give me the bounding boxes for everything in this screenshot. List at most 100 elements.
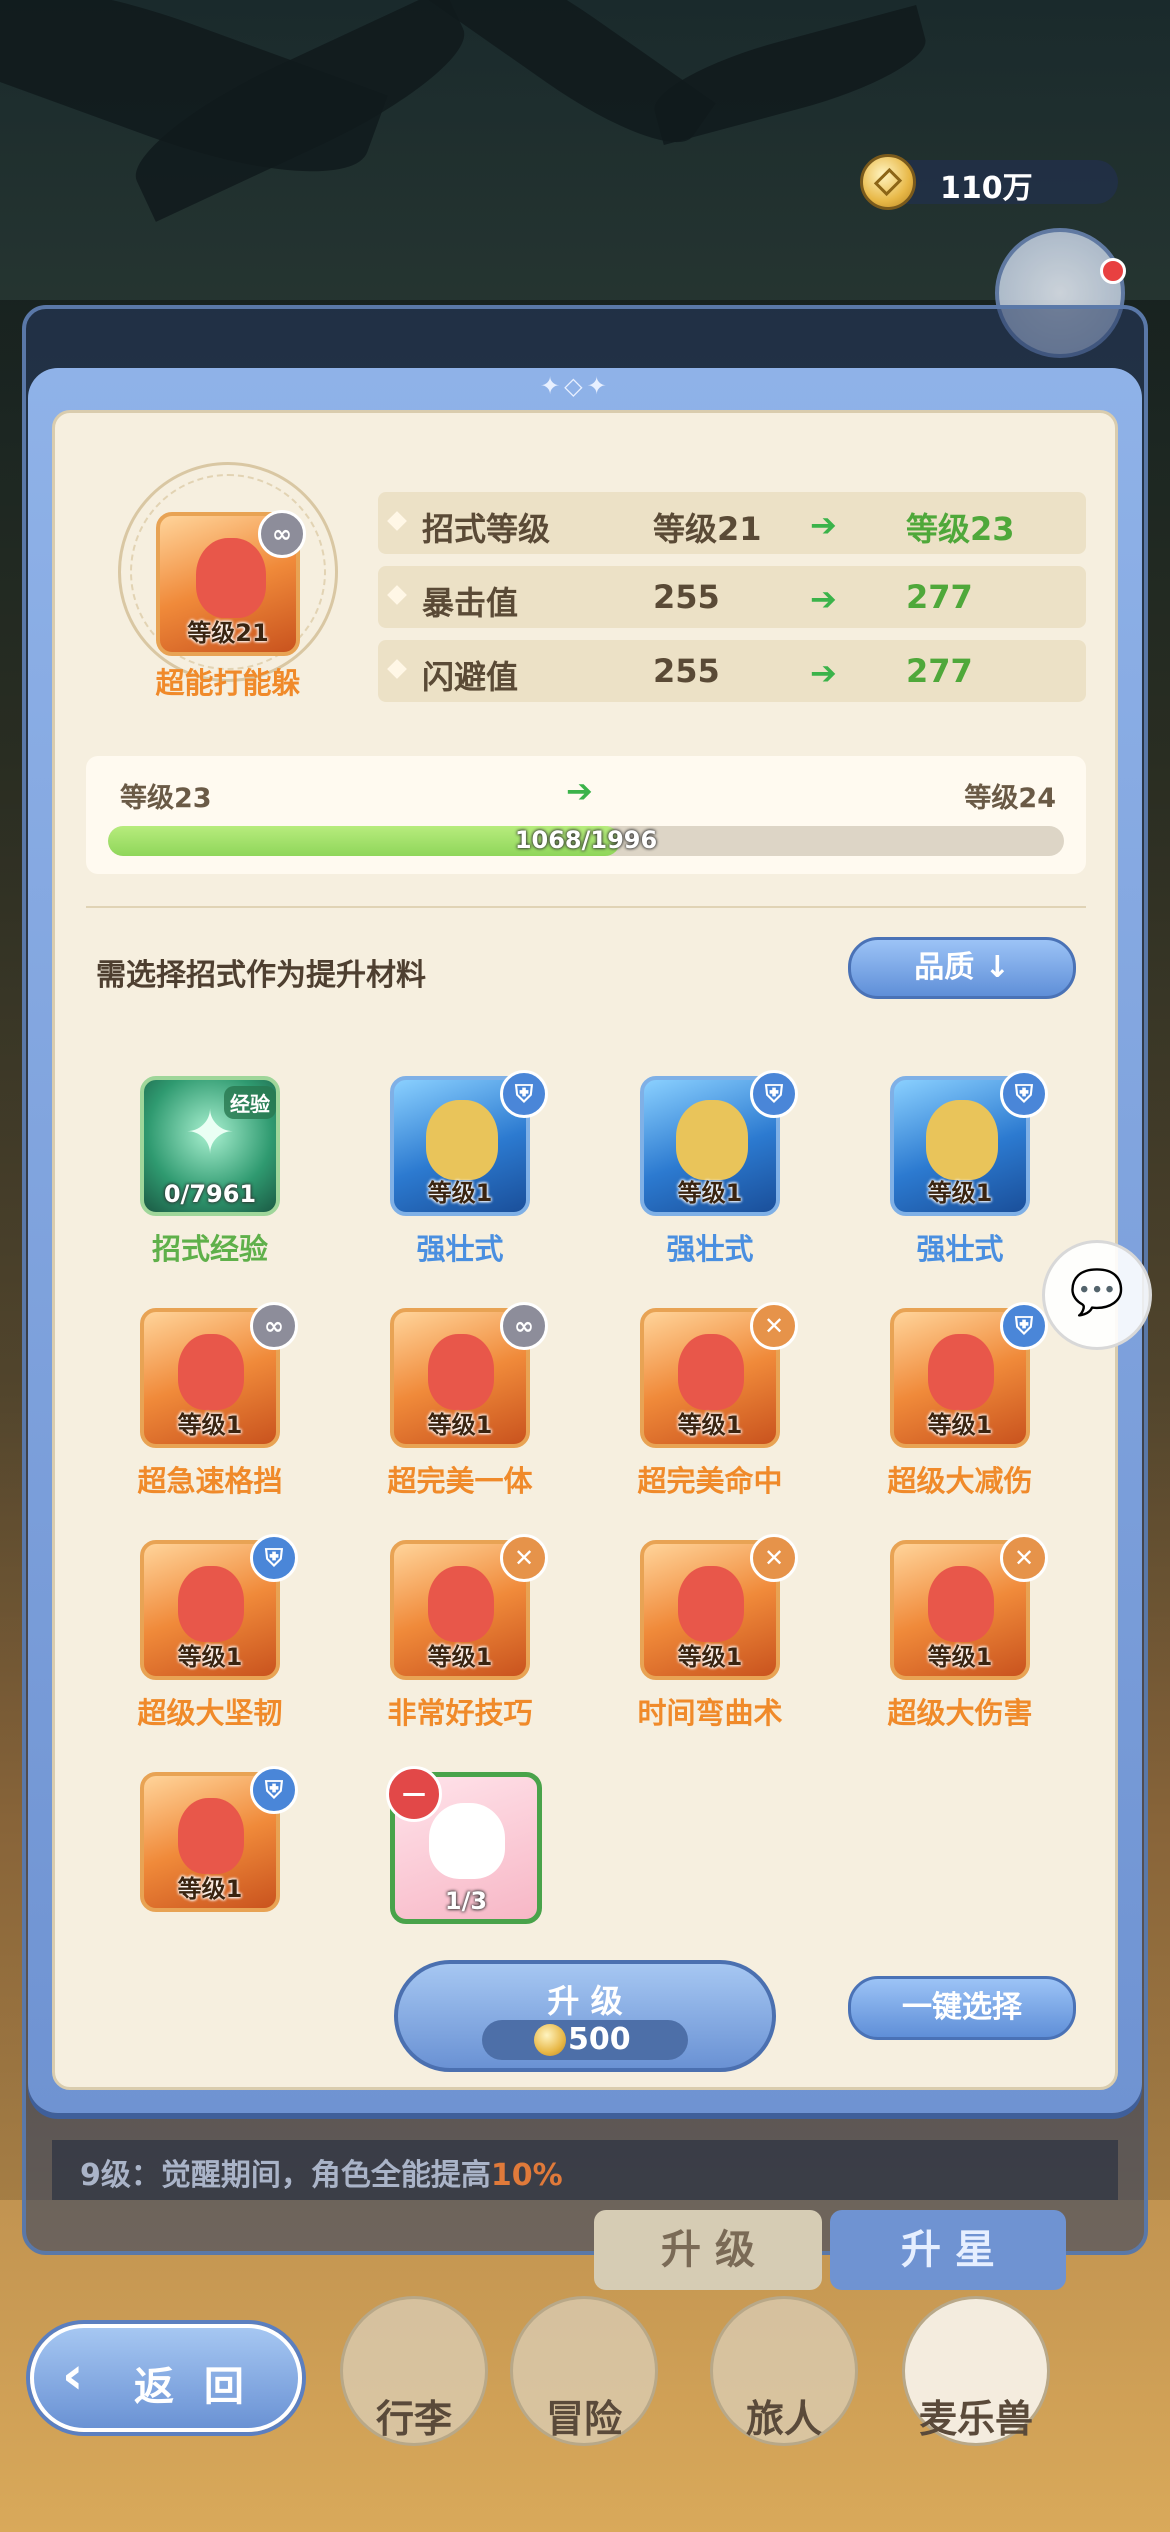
exp-progress: 等级23 ➔ 等级24 1068/1996 bbox=[86, 756, 1086, 874]
nav-pet-label: 麦乐兽 bbox=[918, 2397, 1033, 2441]
creature-art bbox=[928, 1334, 994, 1410]
chat-bubble-icon[interactable]: 💬 bbox=[1042, 1240, 1152, 1350]
back-button[interactable]: ‹ 返 回 bbox=[30, 2324, 302, 2432]
arrow-right-icon: ➔ bbox=[810, 654, 837, 692]
material-level: 等级1 bbox=[927, 1643, 993, 1671]
creature-art bbox=[178, 1334, 244, 1410]
notification-dot bbox=[1100, 258, 1126, 284]
exp-badge: 经验 bbox=[224, 1086, 276, 1119]
material-level: 等级1 bbox=[177, 1411, 243, 1439]
chevron-left-icon: ‹ bbox=[62, 2346, 84, 2406]
back-label: 返 回 bbox=[134, 2364, 252, 2410]
arrow-right-icon: ➔ bbox=[810, 506, 837, 544]
progress-to-level: 等级24 bbox=[964, 783, 1056, 814]
creature-art bbox=[678, 1566, 744, 1642]
stat-current: 等级21 bbox=[653, 510, 762, 548]
panel-ornament: ✦◇✦ bbox=[540, 372, 611, 400]
material-name: 非常好技巧 bbox=[387, 1696, 533, 1730]
crossed-swords-icon: ✕ bbox=[750, 1534, 798, 1582]
stat-row-level: 招式等级 等级21 ➔ 等级23 bbox=[378, 492, 1086, 554]
stat-next: 等级23 bbox=[906, 510, 1015, 548]
stat-next: 277 bbox=[906, 652, 973, 690]
nav-adventure-label: 冒险 bbox=[545, 2397, 622, 2441]
shield-icon: ⛨ bbox=[250, 1766, 298, 1814]
nav-luggage-label: 行李 bbox=[375, 2397, 452, 2441]
progress-text: 1068/1996 bbox=[514, 826, 658, 854]
material-name: 超级大减伤 bbox=[887, 1464, 1033, 1498]
link-icon: ∞ bbox=[250, 1302, 298, 1350]
creature-art bbox=[428, 1566, 494, 1642]
tab-upgrade[interactable]: 升 级 bbox=[594, 2210, 822, 2290]
material-level: 等级1 bbox=[677, 1179, 743, 1207]
stat-current: 255 bbox=[653, 578, 720, 616]
crossed-swords-icon: ✕ bbox=[1000, 1534, 1048, 1582]
stat-label: 闪避值 bbox=[422, 658, 519, 696]
material-name: 超完美一体 bbox=[387, 1464, 533, 1498]
gold-coin-icon bbox=[534, 2024, 566, 2056]
arrow-right-icon: ➔ bbox=[810, 580, 837, 618]
material-level: 1/3 bbox=[444, 1887, 488, 1915]
material-name: 时间弯曲术 bbox=[637, 1696, 783, 1730]
skill-name: 超能打能躲 bbox=[155, 666, 301, 700]
creature-art bbox=[678, 1334, 744, 1410]
material-level: 0/7961 bbox=[163, 1180, 257, 1208]
remove-icon: — bbox=[386, 1766, 442, 1822]
material-level: 等级1 bbox=[927, 1179, 993, 1207]
nav-traveler-label: 旅人 bbox=[745, 2397, 822, 2441]
divider bbox=[86, 906, 1086, 908]
upgrade-cost: 500 bbox=[568, 2022, 631, 2057]
crossed-swords-icon: ✕ bbox=[750, 1302, 798, 1350]
cat-art bbox=[429, 1803, 505, 1879]
material-name: 超完美命中 bbox=[637, 1464, 783, 1498]
gold-coin-icon bbox=[860, 154, 916, 210]
skill-level: 等级21 bbox=[187, 619, 269, 647]
creature-art bbox=[676, 1100, 748, 1180]
shield-icon: ⛨ bbox=[250, 1534, 298, 1582]
currency-amount: 110万 bbox=[940, 171, 1033, 206]
stat-label: 招式等级 bbox=[422, 510, 551, 548]
creature-art bbox=[426, 1100, 498, 1180]
material-name: 超急速格挡 bbox=[137, 1464, 283, 1498]
material-level: 等级1 bbox=[427, 1643, 493, 1671]
one-key-select-button[interactable]: 一键选择 bbox=[848, 1976, 1076, 2040]
crossed-swords-icon: ✕ bbox=[500, 1534, 548, 1582]
material-level: 等级1 bbox=[427, 1179, 493, 1207]
arrow-right-icon: ➔ bbox=[566, 772, 593, 810]
shield-icon: ⛨ bbox=[1000, 1302, 1048, 1350]
quality-sort-button[interactable]: 品质 ↓ bbox=[848, 937, 1076, 999]
awakening-hint: 9级：觉醒期间，角色全能提高10% bbox=[80, 2158, 563, 2193]
upgrade-label: 升 级 bbox=[547, 1982, 623, 2020]
creature-art bbox=[178, 1566, 244, 1642]
stat-current: 255 bbox=[653, 652, 720, 690]
shield-icon: ⛨ bbox=[500, 1070, 548, 1118]
stat-row-crit: 暴击值 255 ➔ 277 bbox=[378, 566, 1086, 628]
material-level: 等级1 bbox=[177, 1875, 243, 1903]
material-name: 强壮式 bbox=[416, 1232, 504, 1266]
creature-art bbox=[926, 1100, 998, 1180]
creature-art bbox=[178, 1798, 244, 1874]
tab-star[interactable]: 升 星 bbox=[830, 2210, 1066, 2290]
upgrade-button[interactable]: 升 级 500 bbox=[394, 1960, 776, 2072]
shield-icon: ⛨ bbox=[1000, 1070, 1048, 1118]
material-name: 招式经验 bbox=[151, 1232, 268, 1266]
progress-from-level: 等级23 bbox=[120, 783, 212, 814]
shield-icon: ⛨ bbox=[750, 1070, 798, 1118]
material-level: 等级1 bbox=[677, 1643, 743, 1671]
link-icon: ∞ bbox=[258, 510, 306, 558]
material-name: 强壮式 bbox=[916, 1232, 1004, 1266]
sort-icon: ↓ bbox=[984, 950, 1010, 985]
link-icon: ∞ bbox=[500, 1302, 548, 1350]
creature-art bbox=[428, 1334, 494, 1410]
material-name: 强壮式 bbox=[666, 1232, 754, 1266]
stat-row-dodge: 闪避值 255 ➔ 277 bbox=[378, 640, 1086, 702]
stat-label: 暴击值 bbox=[422, 584, 519, 622]
material-name: 超级大坚韧 bbox=[137, 1696, 283, 1730]
material-level: 等级1 bbox=[427, 1411, 493, 1439]
creature-art bbox=[928, 1566, 994, 1642]
material-level: 等级1 bbox=[177, 1643, 243, 1671]
material-level: 等级1 bbox=[677, 1411, 743, 1439]
material-name: 超级大伤害 bbox=[887, 1696, 1033, 1730]
materials-title: 需选择招式作为提升材料 bbox=[96, 958, 426, 993]
stat-next: 277 bbox=[906, 578, 973, 616]
material-level: 等级1 bbox=[927, 1411, 993, 1439]
